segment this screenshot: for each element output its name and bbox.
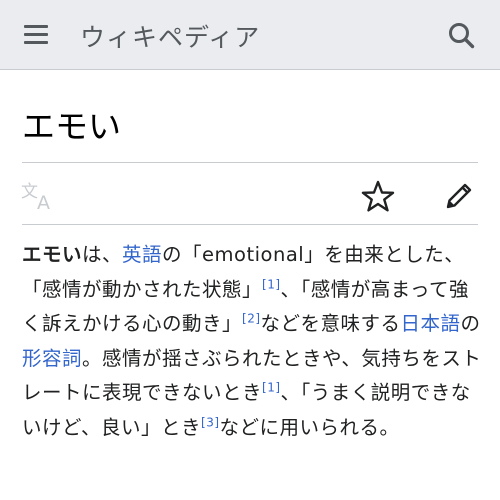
menu-bar [24, 41, 48, 44]
link-japanese[interactable]: 日本語 [401, 312, 461, 335]
link-english[interactable]: 英語 [122, 243, 162, 266]
menu-bar [24, 25, 48, 28]
page-title: エモい [22, 107, 121, 146]
reference-link[interactable]: [1] [262, 277, 281, 291]
divider [22, 162, 478, 163]
svg-text:A: A [37, 192, 50, 213]
text: などに用いられる。 [219, 415, 400, 439]
pencil-edit-icon[interactable] [442, 179, 476, 213]
translate-language-icon[interactable]: 文 A [20, 177, 60, 214]
reference-link[interactable]: [1] [262, 381, 281, 395]
link-adjective[interactable]: 形容詞 [22, 347, 82, 370]
app-header: ウィキペディア [0, 0, 500, 70]
search-icon[interactable] [444, 18, 480, 54]
article-body: エモいは、英語の「emotional」を由来とした、「感情が動かされた状態」[1… [22, 238, 484, 445]
menu-bar [24, 33, 48, 36]
site-title[interactable]: ウィキペディア [80, 18, 260, 54]
article-term: エモい [22, 243, 83, 266]
text: などを意味する [260, 312, 401, 335]
divider [22, 224, 478, 225]
hamburger-menu-icon[interactable] [18, 21, 54, 49]
reference-link[interactable]: [3] [201, 415, 220, 429]
star-icon[interactable] [360, 178, 396, 214]
text: は、 [82, 243, 123, 266]
reference-link[interactable]: [2] [242, 312, 261, 326]
svg-text:文: 文 [21, 182, 38, 202]
text: の [460, 312, 481, 335]
article-paragraph: エモいは、英語の「emotional」を由来とした、「感情が動かされた状態」[1… [22, 238, 484, 445]
